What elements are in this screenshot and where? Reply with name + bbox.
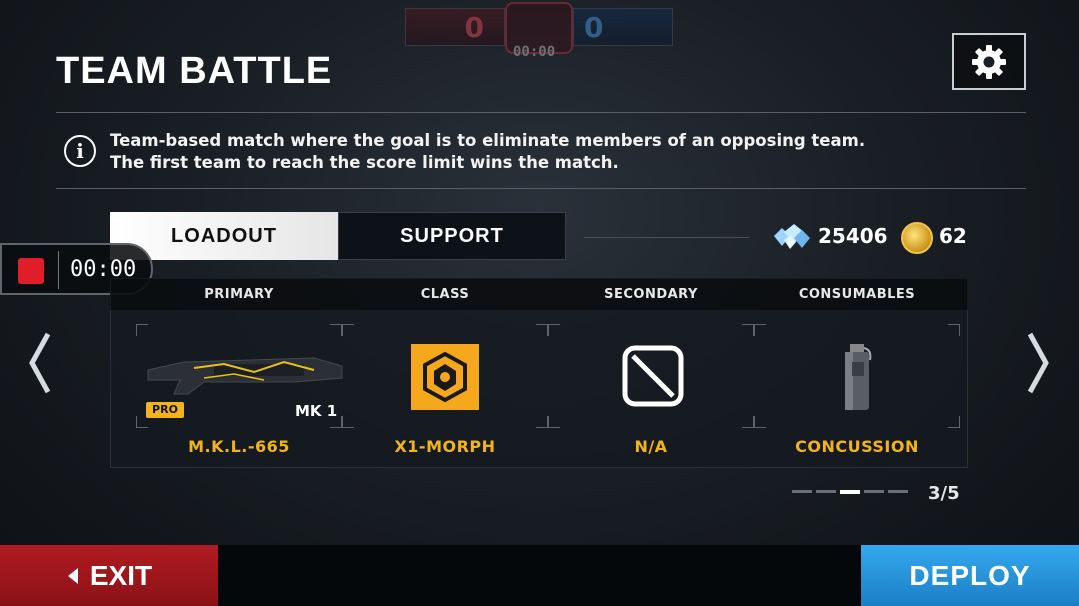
secondary-weapon-name: N/A	[634, 437, 668, 456]
page-title: TEAM BATTLE	[56, 50, 333, 92]
mode-description: Team-based match where the goal is to el…	[110, 130, 865, 174]
pro-badge: PRO	[146, 402, 184, 418]
divider	[58, 251, 59, 289]
divider	[56, 112, 1026, 113]
blue-team-score: 0	[584, 11, 604, 44]
caret-left-icon	[67, 567, 78, 584]
mode-description-line-1: Team-based match where the goal is to el…	[110, 131, 866, 150]
gold-coin-icon	[901, 222, 933, 254]
divider	[584, 237, 749, 238]
record-stop-button[interactable]	[18, 258, 44, 284]
gems-icon	[774, 224, 810, 249]
red-team-score: 0	[464, 11, 484, 44]
primary-weapon-name: M.K.L.-665	[188, 437, 290, 456]
page-dot-active	[840, 489, 860, 494]
blue-team-score-box: 0	[573, 8, 673, 46]
scoreboard: 0 0 00:00	[405, 2, 673, 60]
chevron-left-icon[interactable]	[26, 330, 56, 396]
weapon-level: MK 1	[295, 402, 338, 420]
red-team-score-box: 0	[405, 8, 505, 46]
column-header-consumables: CONSUMABLES	[798, 287, 916, 302]
page-count: 3/5	[928, 483, 960, 504]
grenade-icon	[845, 344, 872, 410]
column-header-class: CLASS	[420, 287, 470, 302]
gems-amount: 25406	[818, 224, 888, 248]
page-dot	[888, 490, 908, 493]
exit-button[interactable]: EXIT	[0, 545, 218, 606]
empty-slot-icon	[622, 345, 684, 407]
info-icon: i	[64, 135, 96, 167]
rifle-icon	[147, 357, 343, 395]
settings-button[interactable]	[952, 33, 1026, 90]
class-name: X1-MORPH	[394, 437, 496, 456]
page-dot	[792, 490, 812, 493]
column-header-primary: PRIMARY	[204, 287, 274, 302]
page-dot	[816, 490, 836, 493]
page-dot	[864, 490, 884, 493]
chevron-right-icon[interactable]	[1022, 330, 1052, 396]
morph-class-icon	[411, 344, 479, 410]
divider	[56, 188, 1026, 189]
mode-description-line-2: The first team to reach the score limit …	[110, 153, 619, 172]
consumables-slot[interactable]	[754, 324, 960, 428]
secondary-slot[interactable]	[548, 324, 754, 428]
column-header-secondary: SECONDARY	[604, 287, 698, 302]
deploy-button[interactable]: DEPLOY	[861, 545, 1079, 606]
gear-icon	[972, 44, 1006, 79]
match-timer: 00:00	[513, 44, 556, 60]
class-slot[interactable]	[342, 324, 548, 428]
coins-amount: 62	[939, 224, 967, 248]
consumable-name: CONCUSSION	[795, 437, 919, 456]
tab-support[interactable]: SUPPORT	[338, 212, 566, 260]
exit-label: EXIT	[89, 559, 153, 591]
